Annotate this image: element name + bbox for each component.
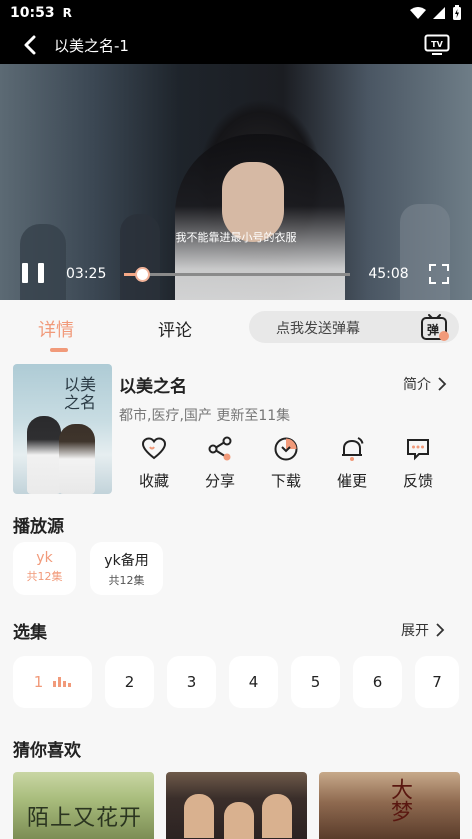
episode-item-6[interactable]: 6 [353,656,402,708]
recommend-item[interactable] [166,772,307,839]
current-time: 03:25 [66,266,107,282]
poster-figure [262,794,292,838]
recommend-poster-title: 大梦 [387,778,412,822]
poster-title: 以美之名 [64,375,97,412]
player-top-bar: 以美之名-1 TV [0,28,472,62]
share-label: 分享 [204,472,235,490]
episode-number: 5 [310,673,321,691]
episode-number: 6 [372,673,383,691]
poster-figure [59,424,95,494]
playing-indicator-icon [53,677,72,687]
details-panel: 以美之名 [0,356,472,839]
recommend-list: 陌上又花开 大梦 [0,772,472,839]
favorite-button[interactable]: 收藏 [121,436,187,496]
episodes-title: 选集 [13,623,47,643]
recommend-poster-title: 陌上又花开 [27,806,143,831]
tab-detail[interactable]: 详情 [38,316,74,352]
status-time: 10:53 [10,5,55,21]
episode-item-2[interactable]: 2 [105,656,154,708]
feedback-button[interactable]: 反馈 [385,436,451,496]
episode-number: 4 [248,673,259,691]
source-chip-yk-backup[interactable]: yk备用 共12集 [90,542,163,595]
status-bar: 10:53 R [0,0,472,26]
progress-thumb[interactable] [134,266,150,282]
recommend-title: 猜你喜欢 [13,741,81,761]
episode-item-7[interactable]: 7 [415,656,459,708]
download-icon [274,437,298,461]
episode-number: 1 [33,673,44,691]
pause-button[interactable] [22,263,44,285]
poster-figure [27,416,61,494]
source-count: 共12集 [26,570,63,583]
show-meta: 都市,医疗,国产 更新至11集 [119,408,291,424]
danmu-icon-text: 弹 [427,322,439,337]
episode-item-5[interactable]: 5 [291,656,340,708]
tab-detail-label: 详情 [38,320,74,341]
episode-item-1[interactable]: 1 [13,656,92,708]
danmu-input[interactable]: 点我发送弹幕 弹 [249,311,459,343]
show-poster[interactable]: 以美之名 [13,364,112,494]
chevron-right-icon [436,623,445,637]
episode-item-3[interactable]: 3 [167,656,216,708]
share-button[interactable]: 分享 [187,436,253,496]
expand-button[interactable]: 展开 [401,620,447,640]
danmu-icon[interactable]: 弹 [420,312,450,342]
feedback-icon [407,439,429,461]
fullscreen-icon[interactable] [428,264,449,284]
poster-figure [224,802,254,839]
progress-slider[interactable] [124,266,351,282]
bell-icon [342,437,364,461]
episode-number: 7 [432,673,442,691]
video-title: 以美之名-1 [54,36,129,55]
carrier-icon: R [62,6,72,20]
episode-number: 2 [124,673,135,691]
episode-item-4[interactable]: 4 [229,656,278,708]
download-button[interactable]: 下载 [253,436,319,496]
source-name: yk [36,550,53,566]
sources-title: 播放源 [13,517,64,537]
video-subtitle: 我不能靠进最小号的衣服 [175,231,297,244]
recommend-item[interactable]: 陌上又花开 [13,772,154,839]
source-chip-yk[interactable]: yk 共12集 [13,542,76,595]
favorite-label: 收藏 [138,472,169,490]
back-button[interactable] [10,28,50,62]
tab-active-indicator [50,348,68,352]
danmu-placeholder: 点我发送弹幕 [276,321,360,337]
episode-list[interactable]: 1 2 3 4 5 6 7 [0,656,472,708]
heart-icon [141,437,167,460]
source-count: 共12集 [108,574,145,587]
svg-text:TV: TV [431,40,443,49]
battery-icon [453,5,461,20]
action-row: 收藏 分享 下载 催更 反馈 [121,436,451,496]
player-controls: 03:25 45:08 [0,256,472,292]
brief-button[interactable]: 简介 [403,374,449,394]
show-name: 以美之名 [119,377,187,397]
share-icon [208,436,232,461]
chevron-left-icon [24,35,36,55]
total-time: 45:08 [368,266,409,282]
tab-comment-label: 评论 [158,321,192,341]
video-player[interactable]: 我不能靠进最小号的衣服 10:53 R 以美之名-1 TV 03:25 45:0… [0,0,472,300]
signal-icon [433,7,445,19]
recommend-item[interactable]: 大梦 [319,772,460,839]
tab-comment[interactable]: 评论 [158,316,192,341]
poster-figure [184,794,214,838]
tv-cast-icon[interactable]: TV [424,34,450,56]
expand-label: 展开 [401,623,429,639]
brief-label: 简介 [403,377,431,393]
urge-update-label: 催更 [336,472,367,490]
chevron-right-icon [438,377,447,391]
urge-update-button[interactable]: 催更 [319,436,385,496]
feedback-label: 反馈 [402,472,433,490]
episode-number: 3 [186,673,197,691]
wifi-icon [410,7,426,19]
source-name: yk备用 [104,553,149,569]
download-label: 下载 [270,472,301,490]
